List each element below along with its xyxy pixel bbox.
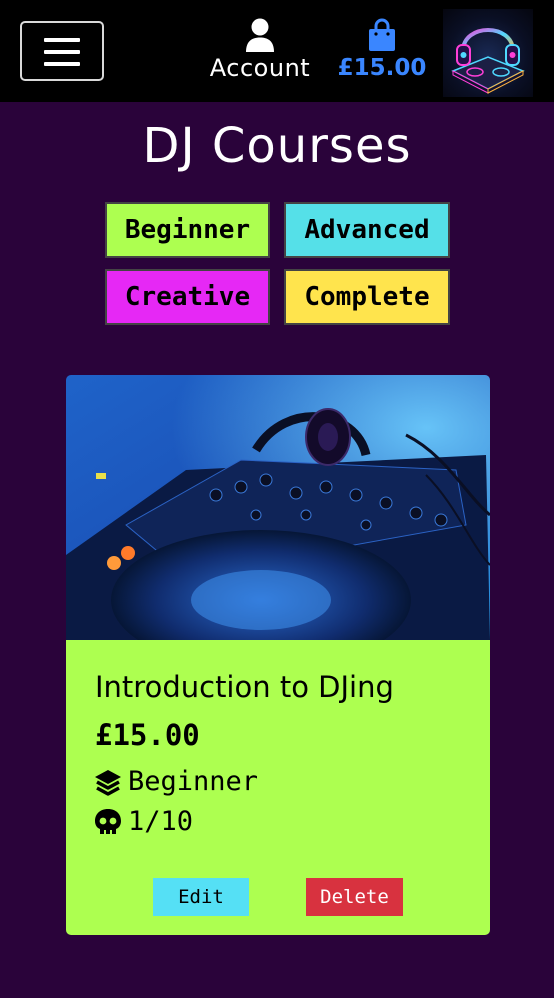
category-beginner-button[interactable]: Beginner [105, 202, 270, 258]
menu-toggle-button[interactable] [20, 21, 104, 81]
course-level: Beginner [94, 766, 258, 797]
course-price: £15.00 [95, 718, 200, 752]
user-icon [246, 18, 274, 52]
page-title: DJ Courses [142, 118, 412, 174]
account-label: Account [209, 54, 311, 82]
dj-deck-image [66, 375, 490, 670]
course-difficulty-label: 1/10 [128, 806, 194, 837]
dj-headphones-logo[interactable] [443, 9, 533, 97]
category-complete-button[interactable]: Complete [284, 269, 450, 325]
hamburger-icon [44, 38, 80, 42]
hamburger-icon-bar [44, 50, 80, 54]
account-link[interactable]: Account [198, 18, 322, 90]
bag-total: £15.00 [337, 55, 427, 81]
course-card-body: Introduction to DJing £15.00 Beginner 1/… [66, 640, 490, 935]
navbar: Account £15.00 [0, 0, 554, 102]
category-creative-button[interactable]: Creative [105, 269, 270, 325]
delete-button[interactable]: Delete [306, 878, 403, 916]
course-card: Introduction to DJing £15.00 Beginner 1/… [66, 375, 490, 935]
shopping-bag-icon [369, 18, 395, 51]
edit-button[interactable]: Edit [153, 878, 249, 916]
course-level-label: Beginner [128, 766, 259, 797]
logo-graphic [451, 28, 525, 94]
skull-icon [95, 808, 121, 834]
course-image[interactable] [66, 375, 490, 670]
shopping-bag-link[interactable]: £15.00 [330, 18, 434, 90]
hamburger-icon-bar [44, 62, 80, 66]
course-difficulty: 1/10 [94, 806, 193, 837]
course-title[interactable]: Introduction to DJing [95, 670, 394, 704]
category-advanced-button[interactable]: Advanced [284, 202, 450, 258]
layer-group-icon [95, 769, 121, 796]
